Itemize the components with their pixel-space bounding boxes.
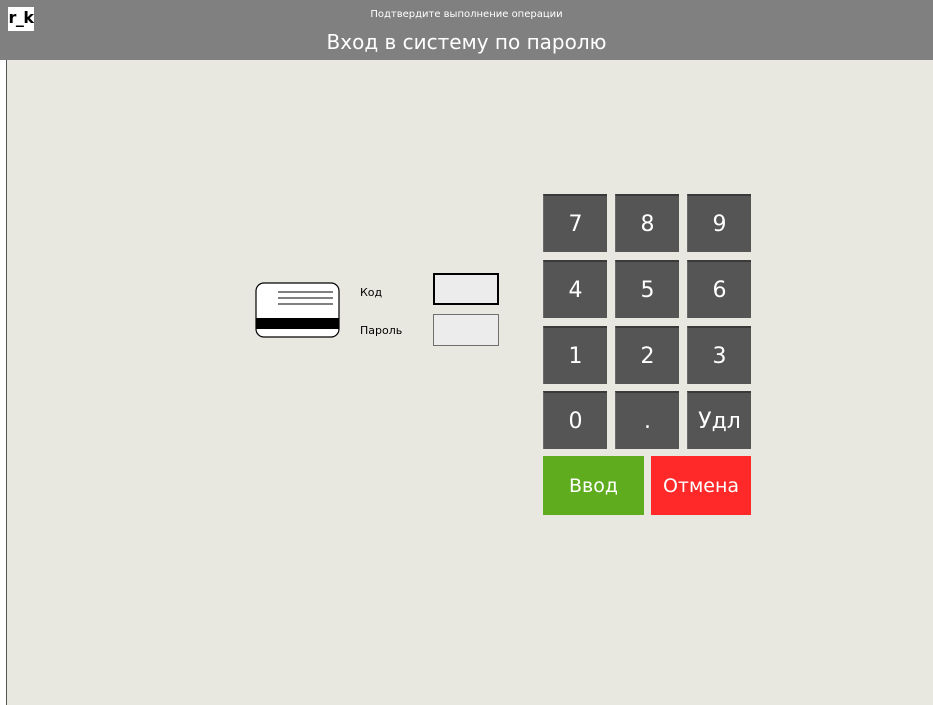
key-dot[interactable]: .	[615, 391, 679, 449]
key-8[interactable]: 8	[615, 194, 679, 252]
key-9[interactable]: 9	[687, 194, 751, 252]
code-label: Код	[360, 286, 383, 299]
password-label: Пароль	[360, 324, 403, 337]
delete-button[interactable]: Удл	[687, 391, 751, 449]
magnetic-card-icon	[255, 282, 340, 338]
cancel-button[interactable]: Отмена	[651, 456, 751, 515]
key-0[interactable]: 0	[543, 391, 607, 449]
key-7[interactable]: 7	[543, 194, 607, 252]
key-4[interactable]: 4	[543, 260, 607, 318]
key-5[interactable]: 5	[615, 260, 679, 318]
key-6[interactable]: 6	[687, 260, 751, 318]
page-title: Вход в систему по паролю	[326, 30, 607, 54]
login-window: r_k Подтвердите выполнение операции Вход…	[0, 0, 933, 705]
header-subtitle: Подтвердите выполнение операции	[370, 9, 563, 20]
key-1[interactable]: 1	[543, 326, 607, 384]
key-2[interactable]: 2	[615, 326, 679, 384]
header-bar: r_k Подтвердите выполнение операции Вход…	[0, 0, 933, 60]
password-input[interactable]	[433, 314, 499, 346]
window-left-border	[0, 60, 7, 705]
enter-button[interactable]: Ввод	[543, 456, 644, 515]
key-3[interactable]: 3	[687, 326, 751, 384]
code-input[interactable]	[433, 273, 499, 305]
